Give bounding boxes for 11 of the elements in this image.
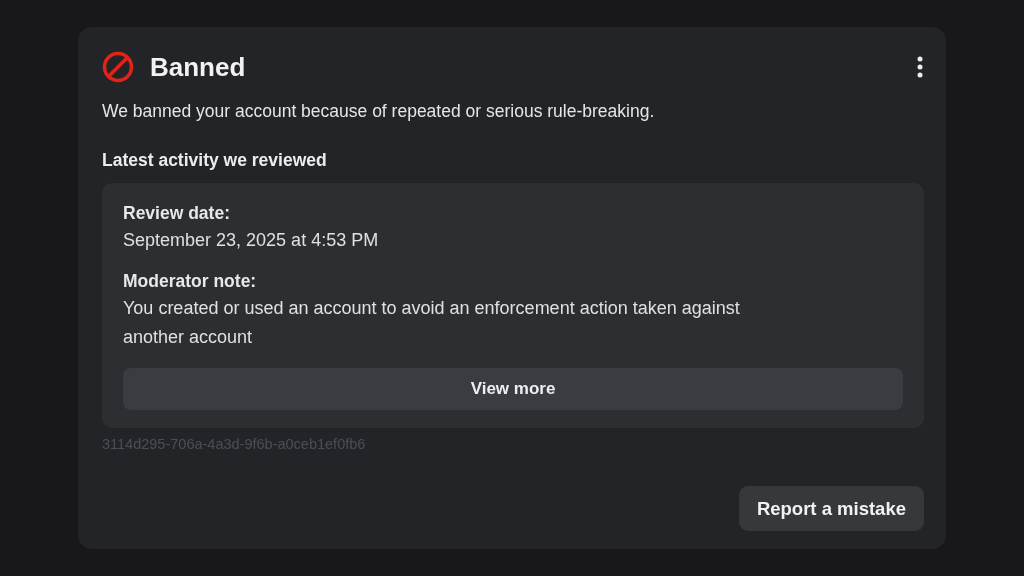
section-title: Latest activity we reviewed: [102, 150, 328, 171]
field-label: Review date:: [123, 203, 231, 224]
description: We banned your account because of repeated or serious rule-breaking.: [102, 101, 656, 122]
field-label: Moderator note:: [123, 271, 258, 292]
field-value: September 23, 2025 at 4:53 PM: [123, 229, 380, 252]
report-mistake-button[interactable]: Report a mistake: [738, 486, 924, 531]
more-options-icon[interactable]: [916, 55, 924, 79]
prohibited-icon: [102, 51, 134, 83]
card-title: Banned: [150, 51, 247, 83]
field-value: You created or used an account to avoid an enforcement action taken against another account: [123, 297, 741, 349]
view-more-button[interactable]: View more: [123, 368, 903, 410]
